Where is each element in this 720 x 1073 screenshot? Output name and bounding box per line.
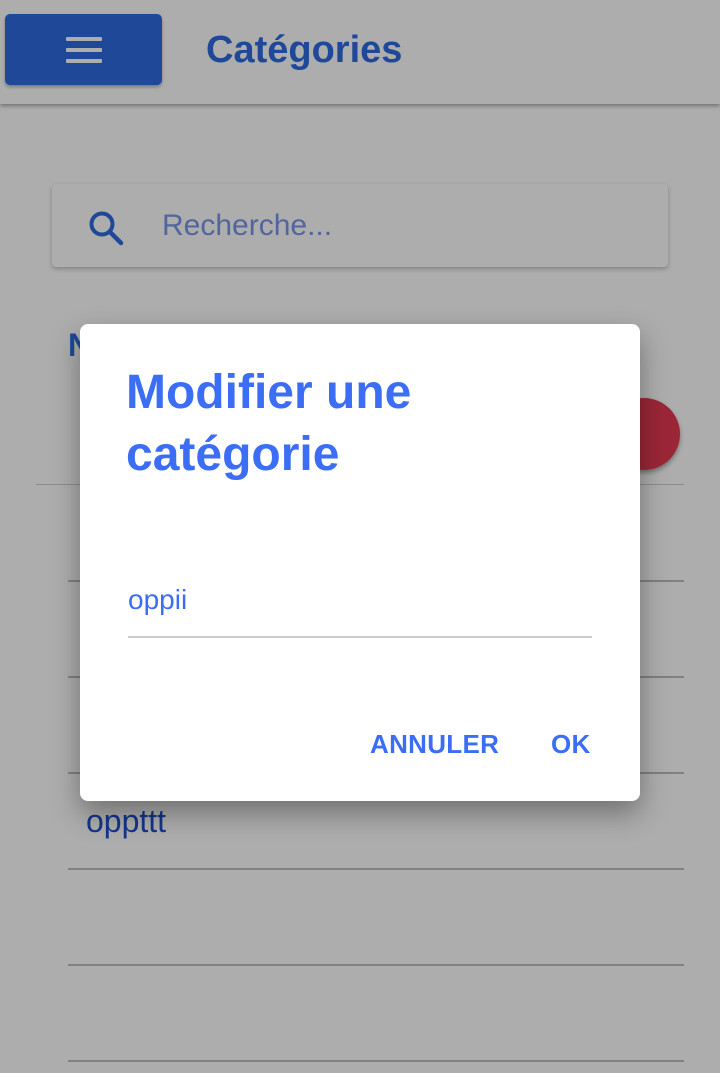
dialog-title: Modifier une catégorie	[126, 366, 412, 481]
edit-category-dialog: Modifier une catégorie ANNULER OK	[80, 324, 640, 801]
category-name-input[interactable]	[128, 578, 592, 622]
input-underline	[128, 636, 592, 638]
cancel-button[interactable]: ANNULER	[370, 720, 499, 768]
ok-button[interactable]: OK	[551, 720, 591, 768]
